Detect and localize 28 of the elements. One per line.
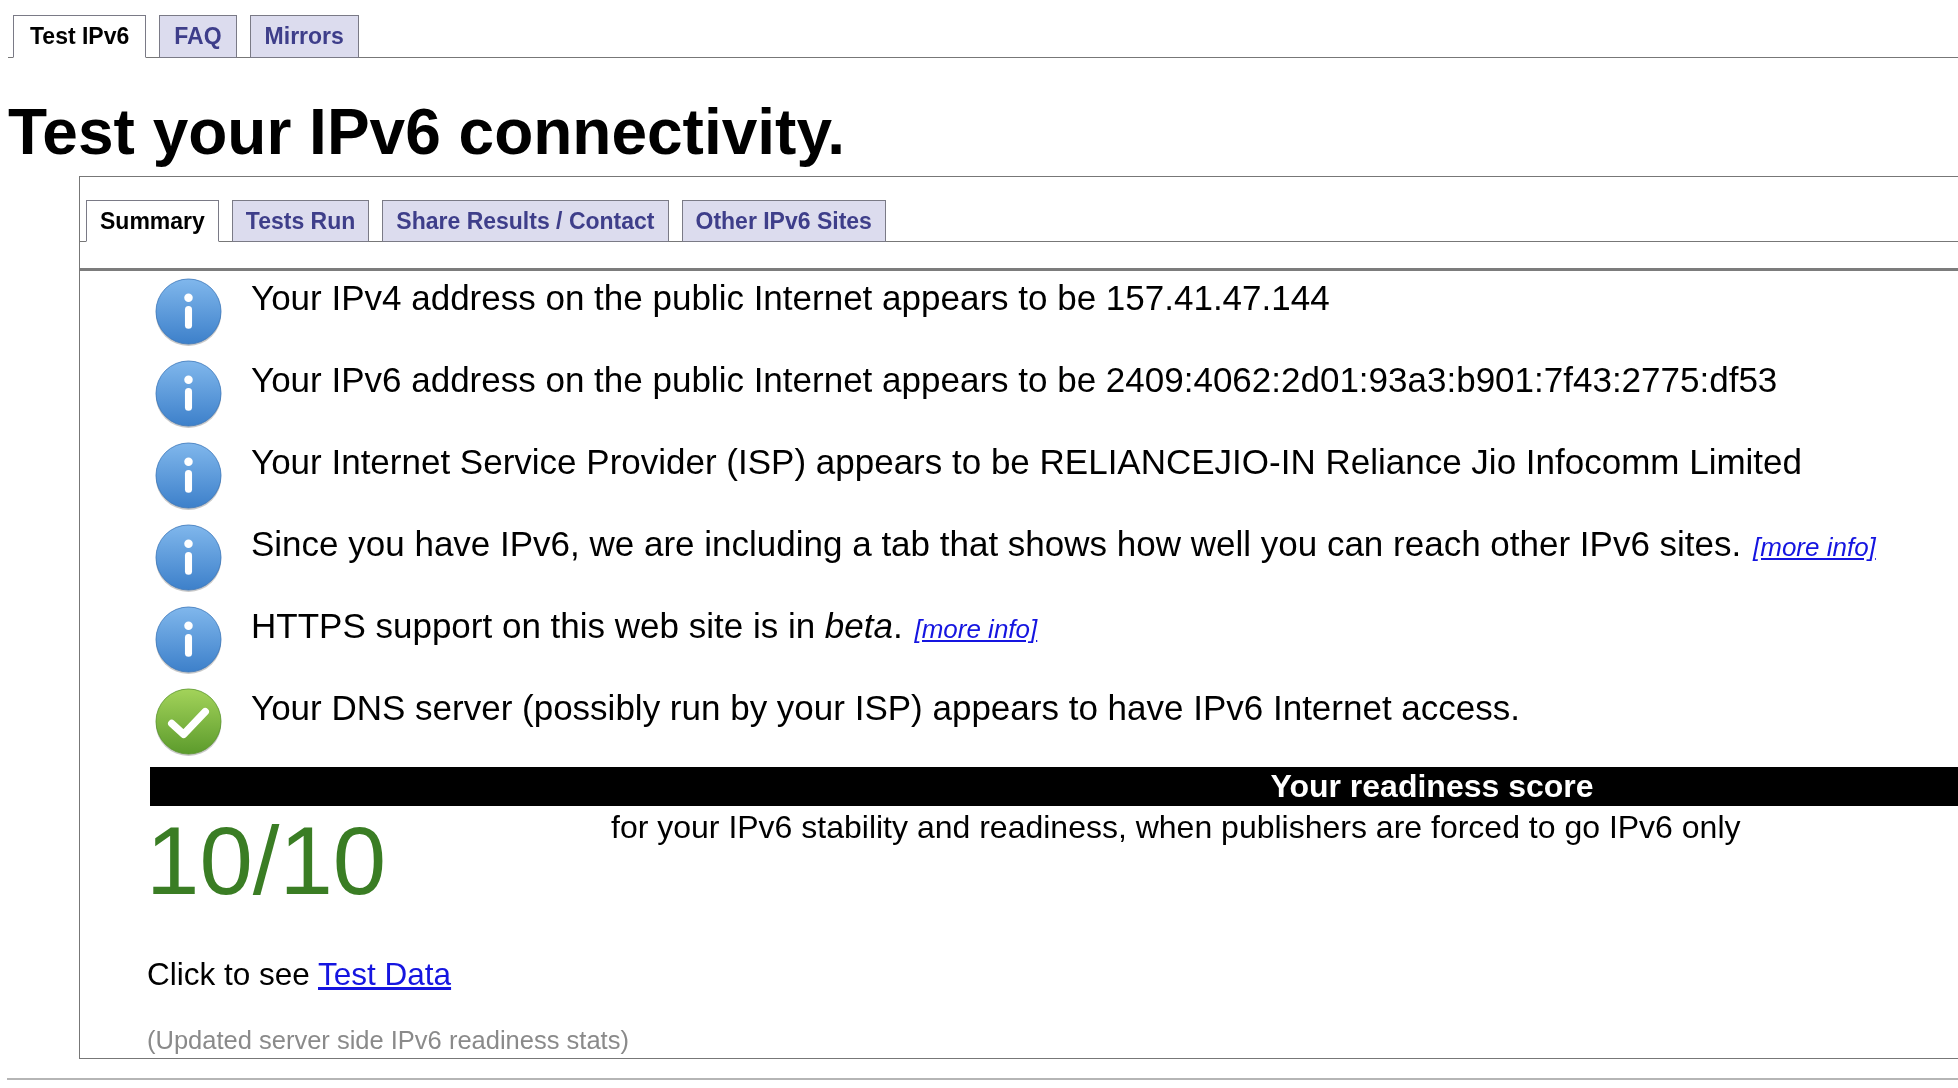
nav-tab[interactable]: Test IPv6 bbox=[13, 15, 147, 58]
result-message: Since you have IPv6, we are including a tab that shows how well you can reach other IPv6 sites. [more info] bbox=[251, 524, 1876, 565]
result-tab[interactable]: Summary bbox=[86, 200, 219, 242]
info-icon bbox=[154, 606, 223, 675]
score-header: Your readiness score bbox=[150, 767, 1958, 806]
result-tab[interactable]: Other IPv6 Sites bbox=[681, 200, 886, 242]
result-tab[interactable]: Share Results / Contact bbox=[382, 200, 669, 242]
test-data-text: Click to see Test Data bbox=[147, 956, 453, 993]
result-message: Your DNS server (possibly run by your ISP) appears to have IPv6 Internet access. bbox=[251, 688, 1521, 728]
info-icon bbox=[154, 360, 223, 429]
check-icon bbox=[154, 688, 223, 757]
info-icon bbox=[154, 442, 223, 511]
score-description: for your IPv6 stability and readiness, when publishers are forced to go IPv6 only bbox=[611, 809, 1741, 846]
footnote-text: (Updated server side IPv6 readiness stats) bbox=[147, 1027, 630, 1054]
result-message: Your IPv4 address on the public Internet appears to be 157.41.47.144 bbox=[251, 278, 1330, 318]
nav-tab[interactable]: Mirrors bbox=[249, 15, 359, 58]
result-tab[interactable]: Tests Run bbox=[231, 200, 370, 242]
score-value: 10/10 bbox=[146, 806, 388, 916]
nav-tab[interactable]: FAQ bbox=[159, 15, 237, 58]
info-icon bbox=[154, 524, 223, 593]
more-info-link[interactable]: [more info] bbox=[1753, 532, 1876, 562]
test-data-link[interactable]: Test Data bbox=[318, 956, 452, 992]
more-info-link[interactable]: [more info] bbox=[914, 614, 1038, 644]
page-heading: Test your IPv6 connectivity. bbox=[8, 96, 846, 169]
result-message: Your IPv6 address on the public Internet appears to be 2409:4062:2d01:93a3:b901:7f43:2775:df53 bbox=[251, 360, 1778, 400]
result-message: Your Internet Service Provider (ISP) appears to be RELIANCEJIO-IN Reliance Jio Infocomm Limited bbox=[251, 442, 1803, 482]
result-message: HTTPS support on this web site is in beta. [more info] bbox=[251, 606, 1038, 647]
info-icon bbox=[154, 278, 223, 347]
